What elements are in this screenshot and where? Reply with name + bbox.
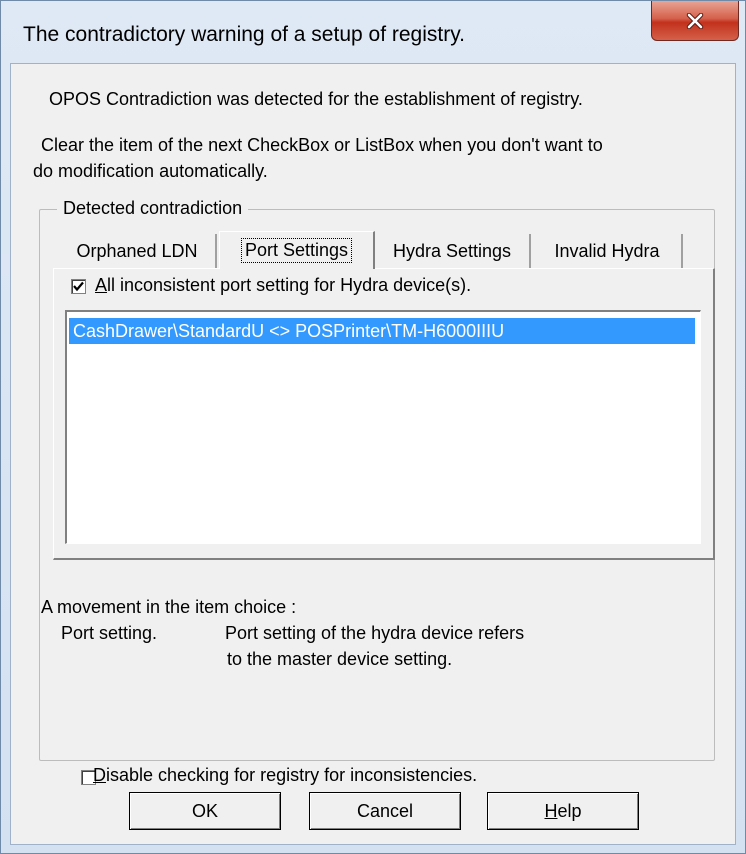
help-button[interactable]: Help: [487, 792, 639, 830]
tab-invalid-hydra[interactable]: Invalid Hydra: [533, 234, 683, 268]
movement-desc-line-1: Port setting of the hydra device refers: [225, 623, 525, 643]
contradiction-listbox[interactable]: CashDrawer\StandardU <> POSPrinter\TM-H6…: [65, 310, 701, 544]
button-label: OK: [191, 800, 218, 821]
all-inconsistent-label[interactable]: All inconsistent port setting for Hydra …: [95, 275, 471, 296]
title-bar[interactable]: The contradictory warning of a setup of …: [1, 1, 745, 63]
tab-label: Hydra Settings: [392, 240, 512, 261]
dialog-window: The contradictory warning of a setup of …: [0, 0, 746, 854]
movement-desc-line-2: to the master device setting.: [227, 649, 453, 669]
group-legend: Detected contradiction: [57, 198, 249, 219]
tab-hydra-settings[interactable]: Hydra Settings: [375, 234, 531, 268]
message-line-3: do modification automatically.: [33, 161, 268, 181]
message-line-1: OPOS Contradiction was detected for the …: [49, 89, 583, 109]
tab-label: Port Settings: [240, 238, 353, 263]
dialog-client-area: OPOS Contradiction was detected for the …: [10, 63, 736, 845]
button-label: Cancel: [356, 800, 414, 821]
tab-port-settings[interactable]: Port Settings: [219, 231, 375, 269]
label-text: elp: [557, 800, 582, 821]
movement-term: Port setting.: [61, 623, 158, 643]
window-title: The contradictory warning of a setup of …: [23, 23, 465, 46]
movement-heading: A movement in the item choice :: [41, 597, 297, 617]
label-text: isable checking for registry for inconsi…: [106, 765, 478, 785]
list-item[interactable]: CashDrawer\StandardU <> POSPrinter\TM-H6…: [69, 318, 695, 344]
button-label: Help: [544, 801, 581, 822]
tab-orphaned-ldn[interactable]: Orphaned LDN: [59, 234, 217, 268]
close-icon: [686, 12, 704, 29]
message-line-2: Clear the item of the next CheckBox or L…: [41, 135, 603, 155]
tab-label: Invalid Hydra: [554, 240, 660, 261]
accelerator-letter: H: [544, 800, 558, 821]
all-inconsistent-checkbox[interactable]: [71, 279, 86, 294]
cancel-button[interactable]: Cancel: [309, 792, 461, 830]
accelerator-letter: A: [95, 275, 108, 295]
tab-label: Orphaned LDN: [76, 240, 198, 261]
accelerator-letter: D: [93, 765, 106, 785]
label-text: ll inconsistent port setting for Hydra d…: [107, 275, 472, 295]
disable-checking-label[interactable]: Disable checking for registry for incons…: [93, 765, 477, 786]
ok-button[interactable]: OK: [129, 792, 281, 830]
close-button[interactable]: [651, 1, 739, 41]
